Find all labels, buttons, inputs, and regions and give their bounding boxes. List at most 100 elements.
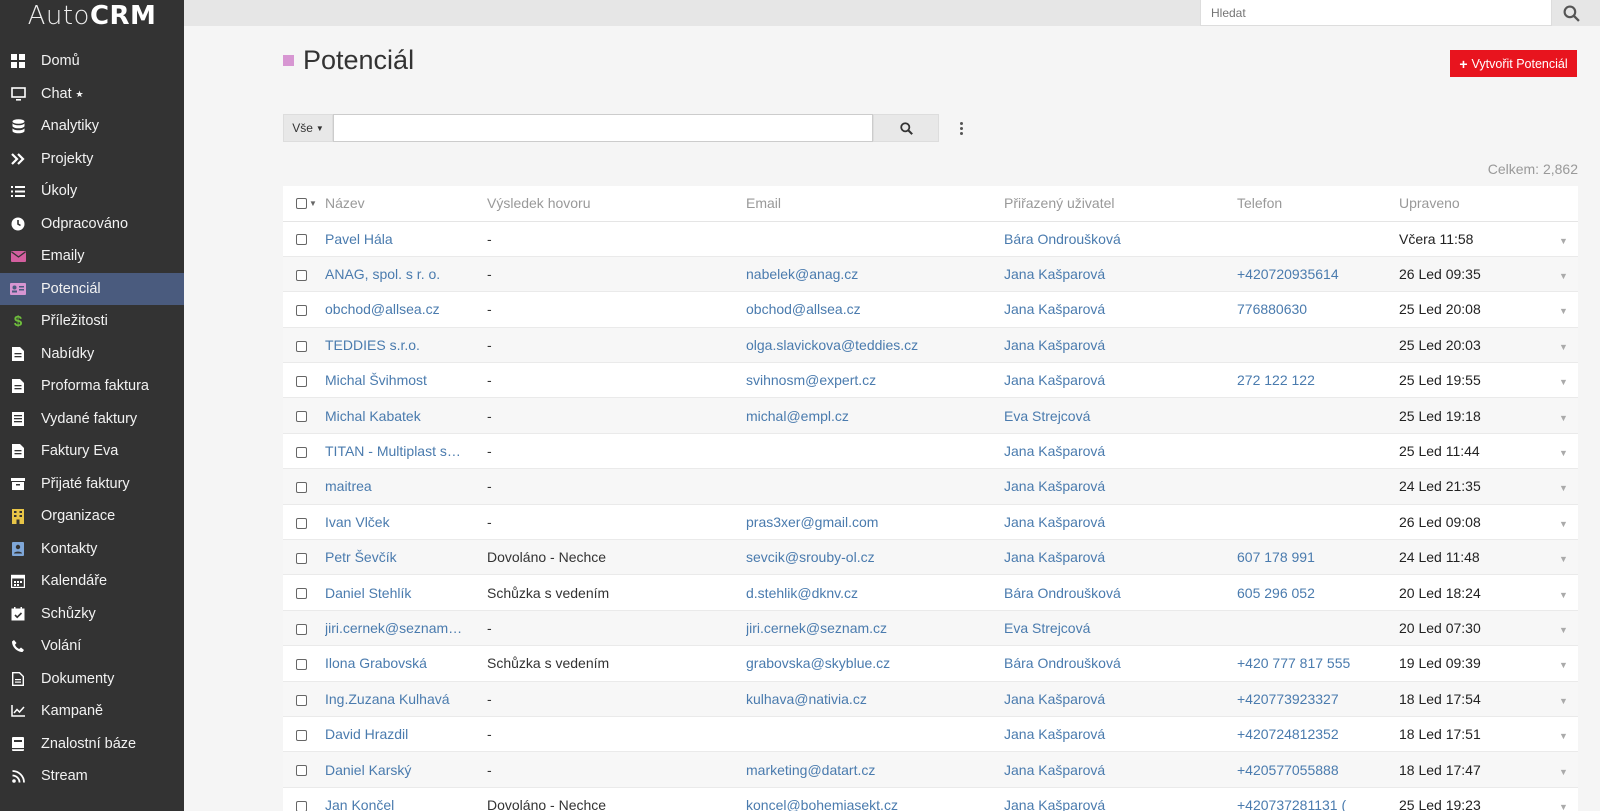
table-row[interactable]: Michal Švihmost - svihnosm@expert.cz Jan… [283,362,1578,399]
assigned-user-link[interactable]: Jana Kašparová [1004,691,1105,707]
sidebar-item-volání[interactable]: Volání [0,630,184,663]
table-row[interactable]: Pavel Hála - Bára Ondroušková Včera 11:5… [283,221,1578,257]
sidebar-item-schůzky[interactable]: Schůzky [0,598,184,631]
row-actions-caret-icon[interactable]: ▼ [1559,306,1568,316]
lead-name-link[interactable]: Ilona Grabovská [325,655,427,671]
row-checkbox[interactable] [296,234,307,246]
row-actions-caret-icon[interactable]: ▼ [1559,731,1568,741]
table-row[interactable]: Ing.Zuzana Kulhavá - kulhava@nativia.cz … [283,681,1578,717]
row-checkbox[interactable] [296,659,307,671]
assigned-user-link[interactable]: Bára Ondroušková [1004,655,1121,671]
row-checkbox[interactable] [296,446,307,458]
sidebar-item-chat-[interactable]: Chat ⭑ [0,78,184,111]
assigned-user-link[interactable]: Bára Ondroušková [1004,231,1121,247]
table-row[interactable]: Michal Kabatek - michal@empl.cz Eva Stre… [283,397,1578,434]
sidebar-item-odpracováno[interactable]: Odpracováno [0,208,184,241]
lead-name-link[interactable]: maitrea [325,478,372,494]
row-actions-caret-icon[interactable]: ▼ [1559,625,1568,635]
email-link[interactable]: pras3xer@gmail.com [746,514,878,530]
sidebar-item-proforma-faktura[interactable]: Proforma faktura [0,370,184,403]
lead-name-link[interactable]: jiri.cernek@seznam… [325,620,462,636]
table-row[interactable]: TEDDIES s.r.o. - olga.slavickova@teddies… [283,327,1578,364]
row-actions-caret-icon[interactable]: ▼ [1559,236,1568,246]
phone-link[interactable]: +420 777 817 555 [1237,655,1350,671]
email-link[interactable]: sevcik@srouby-ol.cz [746,549,875,565]
lead-name-link[interactable]: Daniel Stehlík [325,585,411,601]
more-actions-icon[interactable] [954,118,968,138]
phone-link[interactable]: 607 178 991 [1237,549,1315,565]
assigned-user-link[interactable]: Jana Kašparová [1004,797,1105,811]
row-actions-caret-icon[interactable]: ▼ [1559,767,1568,777]
sidebar-item-vydané-faktury[interactable]: Vydané faktury [0,403,184,436]
assigned-user-link[interactable]: Jana Kašparová [1004,266,1105,282]
row-checkbox[interactable] [296,623,307,635]
row-actions-caret-icon[interactable]: ▼ [1559,377,1568,387]
sidebar-item-stream[interactable]: Stream [0,760,184,793]
column-header-phone[interactable]: Telefon [1237,186,1399,222]
lead-name-link[interactable]: TEDDIES s.r.o. [325,337,420,353]
email-link[interactable]: grabovska@skyblue.cz [746,655,890,671]
row-actions-caret-icon[interactable]: ▼ [1559,342,1568,352]
column-header-assigned-user[interactable]: Přiřazený uživatel [1004,186,1237,222]
row-actions-caret-icon[interactable]: ▼ [1559,696,1568,706]
row-actions-caret-icon[interactable]: ▼ [1559,802,1568,811]
phone-link[interactable]: 776880630 [1237,301,1307,317]
row-actions-caret-icon[interactable]: ▼ [1559,590,1568,600]
select-all-checkbox[interactable] [296,197,307,209]
table-row[interactable]: Jan Končel Dovoláno - Nechce koncel@bohe… [283,787,1578,811]
phone-link[interactable]: +420577055888 [1237,762,1339,778]
row-checkbox[interactable] [296,269,307,281]
row-checkbox[interactable] [296,800,307,811]
phone-link[interactable]: +420724812352 [1237,726,1339,742]
row-actions-caret-icon[interactable]: ▼ [1559,448,1568,458]
email-link[interactable]: jiri.cernek@seznam.cz [746,620,887,636]
table-row[interactable]: maitrea - Jana Kašparová 24 Led 21:35 ▼ [283,468,1578,505]
assigned-user-link[interactable]: Jana Kašparová [1004,726,1105,742]
app-logo[interactable]: Auto CRM [0,0,184,32]
lead-name-link[interactable]: Jan Končel [325,797,394,811]
row-checkbox[interactable] [296,765,307,777]
lead-name-link[interactable]: Michal Švihmost [325,372,427,388]
column-header-modified[interactable]: Upraveno [1399,186,1549,222]
row-checkbox[interactable] [296,305,307,317]
email-link[interactable]: obchod@allsea.cz [746,301,861,317]
column-header-name[interactable]: Název [325,186,487,222]
assigned-user-link[interactable]: Jana Kašparová [1004,443,1105,459]
phone-link[interactable]: +420720935614 [1237,266,1339,282]
lead-name-link[interactable]: Pavel Hála [325,231,393,247]
assigned-user-link[interactable]: Jana Kašparová [1004,337,1105,353]
row-checkbox[interactable] [296,340,307,352]
row-checkbox[interactable] [296,376,307,388]
table-row[interactable]: ANAG, spol. s r. o. - nabelek@anag.cz Ja… [283,256,1578,293]
table-row[interactable]: David Hrazdil - Jana Kašparová +42072481… [283,716,1578,753]
email-link[interactable]: kulhava@nativia.cz [746,691,867,707]
lead-name-link[interactable]: obchod@allsea.cz [325,301,440,317]
table-row[interactable]: jiri.cernek@seznam… - jiri.cernek@seznam… [283,610,1578,647]
row-checkbox[interactable] [296,411,307,423]
assigned-user-link[interactable]: Bára Ondroušková [1004,585,1121,601]
row-checkbox[interactable] [296,482,307,494]
search-icon[interactable] [1556,0,1586,26]
assigned-user-link[interactable]: Eva Strejcová [1004,408,1090,424]
row-actions-caret-icon[interactable]: ▼ [1559,271,1568,281]
sidebar-item-kalendáře[interactable]: Kalendáře [0,565,184,598]
sidebar-item-dokumenty[interactable]: Dokumenty [0,663,184,696]
email-link[interactable]: olga.slavickova@teddies.cz [746,337,918,353]
sidebar-item-organizace[interactable]: Organizace [0,500,184,533]
sidebar-item-emaily[interactable]: Emaily [0,240,184,273]
row-checkbox[interactable] [296,517,307,529]
table-row[interactable]: Petr Ševčík Dovoláno - Nechce sevcik@sro… [283,539,1578,576]
email-link[interactable]: michal@empl.cz [746,408,849,424]
sidebar-item-kontakty[interactable]: Kontakty [0,533,184,566]
row-checkbox[interactable] [296,588,307,600]
table-row[interactable]: Daniel Karský - marketing@datart.cz Jana… [283,751,1578,788]
email-link[interactable]: marketing@datart.cz [746,762,875,778]
email-link[interactable]: svihnosm@expert.cz [746,372,876,388]
row-actions-caret-icon[interactable]: ▼ [1559,519,1568,529]
phone-link[interactable]: +420773923327 [1237,691,1339,707]
lead-name-link[interactable]: Daniel Karský [325,762,411,778]
assigned-user-link[interactable]: Jana Kašparová [1004,372,1105,388]
row-actions-caret-icon[interactable]: ▼ [1559,413,1568,423]
email-link[interactable]: nabelek@anag.cz [746,266,858,282]
caret-down-icon[interactable]: ▼ [309,199,317,208]
